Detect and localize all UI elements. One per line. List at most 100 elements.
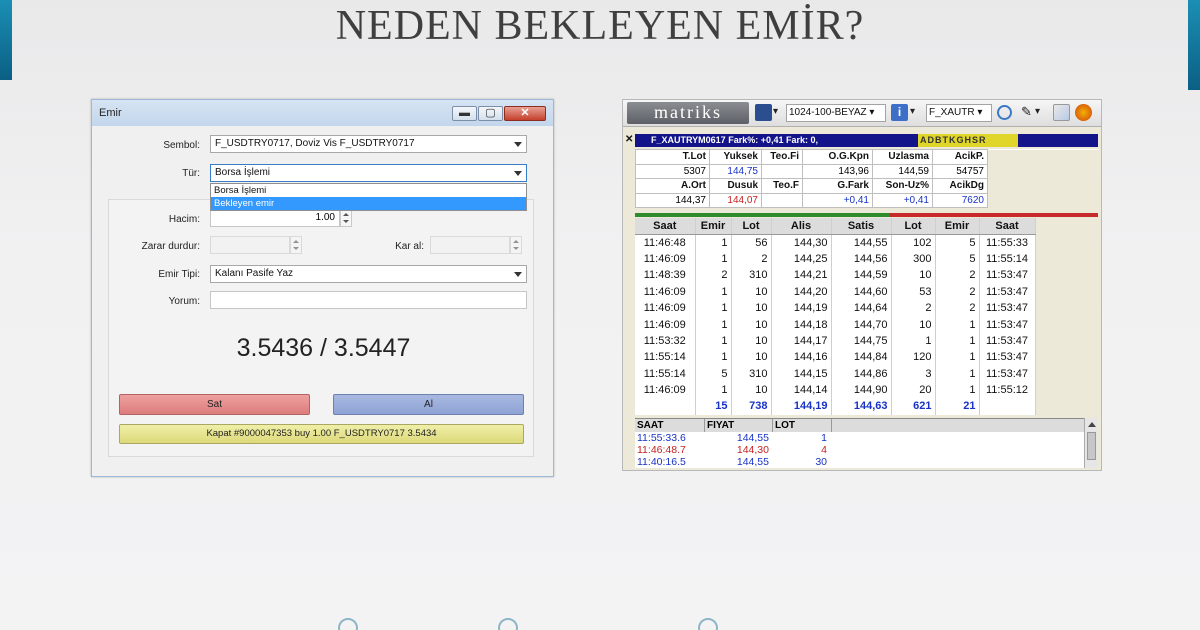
emir-tipi-label: Emir Tipi:: [158, 269, 200, 280]
table-cell: 53: [891, 283, 936, 300]
summary-value: 144,59: [872, 163, 933, 179]
ticker-flags: ADBTKGHSR: [918, 134, 1018, 147]
scroll-up-icon[interactable]: [1088, 422, 1096, 427]
yorum-field[interactable]: [210, 291, 527, 309]
pie-icon[interactable]: [1075, 104, 1092, 121]
save-icon[interactable]: [755, 104, 772, 121]
table-cell: 11:46:48: [635, 234, 696, 251]
sat-button[interactable]: Sat: [119, 394, 310, 415]
table-cell: 1: [935, 349, 980, 366]
table-cell: 144,55: [831, 234, 892, 251]
history-scrollbar[interactable]: [1084, 418, 1098, 468]
table-cell: 11:53:47: [979, 316, 1036, 333]
table-row[interactable]: 11:46:09 1 10 144,20 144,60 53 2 11:53:47: [635, 283, 1036, 300]
total-cell: 144,63: [831, 398, 892, 415]
close-button[interactable]: ✕: [504, 106, 546, 121]
symbol-combo[interactable]: F_XAUTR ▾: [926, 104, 992, 122]
bid-ask-price: 3.5436 / 3.5447: [236, 334, 411, 362]
tur-option[interactable]: Borsa İşlemi: [211, 184, 526, 197]
table-cell: 144,86: [831, 365, 892, 382]
tur-combo[interactable]: Borsa İşlemi: [210, 164, 527, 182]
totals-row: 15 738 144,19 144,63 621 21: [635, 398, 1036, 415]
summary-value: +0,41: [872, 192, 933, 208]
mail-icon: [698, 618, 718, 630]
table-cell: 102: [891, 234, 936, 251]
table-row[interactable]: 11:48:39 2 310 144,21 144,59 10 2 11:53:47: [635, 267, 1036, 284]
history-header: FIYAT: [705, 419, 773, 432]
tur-label: Tür:: [182, 168, 200, 179]
chevron-down-icon[interactable]: [514, 272, 522, 277]
total-cell: 15: [695, 398, 732, 415]
close-icon[interactable]: ✕: [625, 134, 633, 145]
depth-header[interactable]: Saat: [979, 218, 1036, 235]
chevron-down-icon[interactable]: ▾: [773, 104, 778, 122]
minimize-button[interactable]: ▬: [452, 106, 477, 121]
window-title: Emir: [99, 107, 122, 119]
table-cell: 11:53:47: [979, 267, 1036, 284]
hacim-stepper[interactable]: [340, 209, 352, 227]
table-row[interactable]: 11:53:32 1 10 144,17 144,75 1 1 11:53:47: [635, 332, 1036, 350]
table-cell: 11:46:09: [635, 299, 696, 317]
depth-header[interactable]: Emir: [935, 218, 980, 235]
info-icon[interactable]: i: [891, 104, 908, 121]
table-row[interactable]: 11:46:09 1 2 144,25 144,56 300 5 11:55:14: [635, 250, 1036, 268]
pen-icon[interactable]: ✎: [1021, 104, 1032, 122]
emir-tipi-combo[interactable]: Kalanı Pasife Yaz: [210, 265, 527, 283]
table-cell: 144,56: [831, 250, 892, 268]
emir-titlebar[interactable]: Emir ▬ ▢ ✕: [92, 100, 553, 126]
maximize-button[interactable]: ▢: [478, 106, 503, 121]
search-icon[interactable]: [997, 105, 1012, 120]
kar-al-field[interactable]: [430, 236, 510, 254]
depth-header[interactable]: Lot: [891, 218, 936, 235]
table-cell: 11:55:14: [635, 349, 696, 366]
layout-combo[interactable]: 1024-100-BEYAZ ▾: [786, 104, 886, 122]
history-row[interactable]: 11:55:33.6 144,55 1: [635, 433, 832, 444]
table-row[interactable]: 11:46:48 1 56 144,30 144,55 102 5 11:55:33: [635, 234, 1036, 251]
chevron-down-icon[interactable]: ▾: [910, 104, 915, 122]
table-row[interactable]: 11:46:09 1 10 144,19 144,64 2 2 11:53:47: [635, 299, 1036, 317]
yorum-label: Yorum:: [168, 296, 200, 307]
chevron-down-icon[interactable]: ▾: [1035, 104, 1040, 122]
zarar-durdur-field[interactable]: [210, 236, 290, 254]
table-cell: 5: [935, 234, 980, 251]
table-cell: 144,75: [831, 332, 892, 350]
depth-header[interactable]: Satis: [831, 218, 892, 235]
kar-al-stepper[interactable]: [510, 236, 522, 254]
zarar-durdur-stepper[interactable]: [290, 236, 302, 254]
depth-header[interactable]: Alis: [771, 218, 832, 235]
symbol-combo-value: F_XAUTR: [929, 107, 975, 118]
table-cell: 10: [731, 283, 772, 300]
total-cell: 621: [891, 398, 936, 415]
depth-header[interactable]: Emir: [695, 218, 732, 235]
history-row[interactable]: 11:46:48.7 144,30 4: [635, 445, 832, 456]
table-cell: 1: [695, 283, 732, 300]
al-button[interactable]: Al: [333, 394, 524, 415]
tur-option-selected[interactable]: Bekleyen emir: [211, 197, 526, 210]
table-cell: 1: [891, 332, 936, 350]
chevron-down-icon[interactable]: [514, 142, 522, 147]
table-cell: 1: [695, 234, 732, 251]
table-row[interactable]: 11:55:14 1 10 144,16 144,84 120 1 11:53:47: [635, 349, 1036, 366]
slide-footer: [0, 612, 1200, 630]
table-cell: 144,84: [831, 349, 892, 366]
history-saat: 11:40:16.5: [637, 456, 686, 468]
summary-value: 54757: [932, 163, 988, 179]
table-cell: 144,18: [771, 316, 832, 333]
depth-header[interactable]: Saat: [635, 218, 696, 235]
chart-icon[interactable]: [1053, 104, 1070, 121]
tur-dropdown[interactable]: Borsa İşlemi Bekleyen emir: [210, 183, 527, 211]
table-row[interactable]: 11:46:09 1 10 144,14 144,90 20 1 11:55:12: [635, 381, 1036, 399]
table-row[interactable]: 11:46:09 1 10 144,18 144,70 10 1 11:53:47: [635, 316, 1036, 333]
history-row[interactable]: 11:40:16.5 144,55 30: [635, 457, 832, 468]
kapat-button[interactable]: Kapat #9000047353 buy 1.00 F_USDTRY0717 …: [119, 424, 524, 444]
hacim-field[interactable]: 1.00: [210, 209, 340, 227]
chevron-down-icon[interactable]: [514, 171, 522, 176]
table-row[interactable]: 11:55:14 5 310 144,15 144,86 3 1 11:53:47: [635, 365, 1036, 382]
depth-header[interactable]: Lot: [731, 218, 772, 235]
sembol-combo[interactable]: F_USDTRY0717, Doviz Vis F_USDTRY0717: [210, 135, 527, 153]
summary-header: Son-Uz%: [872, 178, 933, 194]
scroll-thumb[interactable]: [1087, 432, 1096, 460]
table-cell: 10: [731, 332, 772, 350]
summary-header: Teo.Fi: [761, 149, 803, 165]
table-cell: 11:55:33: [979, 234, 1036, 251]
